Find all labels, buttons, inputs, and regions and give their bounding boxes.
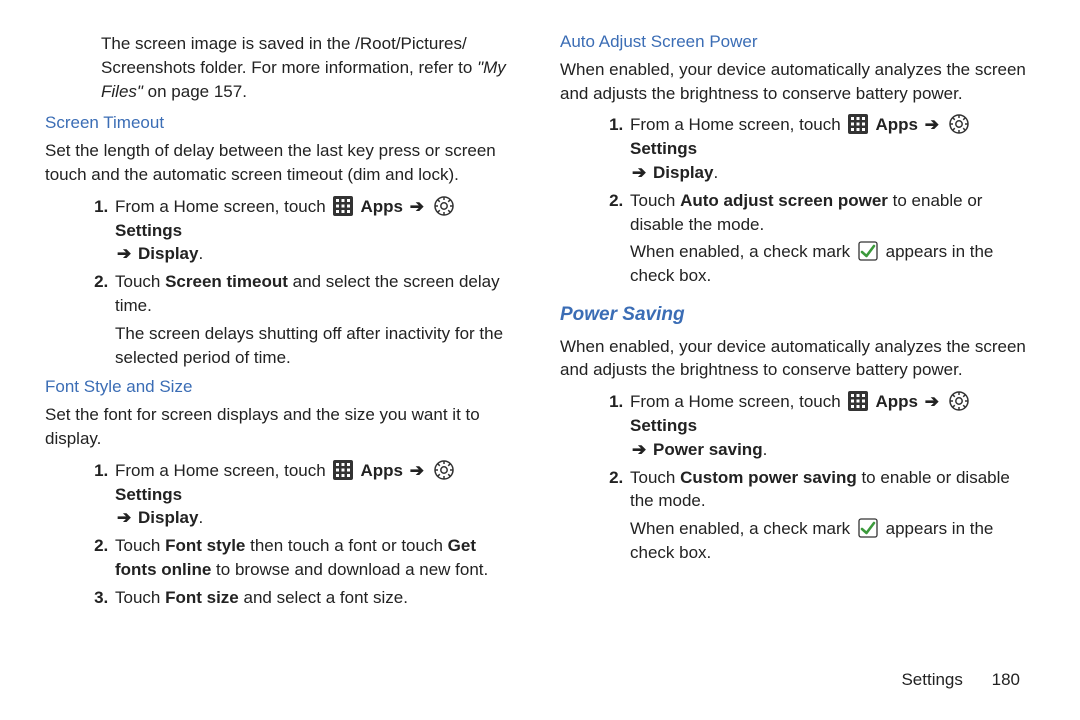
st2-a: Touch [115,272,165,291]
apps-label: Apps [876,392,919,411]
arrow-icon: ➔ [408,197,426,216]
intro-paragraph: The screen image is saved in the /Root/P… [101,32,520,103]
arrow-icon: ➔ [630,440,648,459]
arrow-icon: ➔ [408,461,426,480]
display-label: Display [138,244,198,263]
apps-icon [848,391,868,411]
power-saving-body: When enabled, your device automatically … [560,335,1035,383]
st-step1-pre: From a Home screen, touch [115,197,330,216]
settings-icon [434,460,454,480]
heading-font-style: Font Style and Size [45,375,520,399]
check-pre: When enabled, a check mark [630,519,855,538]
display-label: Display [138,508,198,527]
heading-power-saving: Power Saving [560,302,1035,329]
screen-timeout-body: Set the length of delay between the last… [45,139,520,187]
fs2-b: Font style [165,536,245,555]
aa2-sub: When enabled, a check mark appears in th… [630,240,1035,288]
settings-label: Settings [630,416,697,435]
aa2-b: Auto adjust screen power [680,191,888,210]
st-step-1: From a Home screen, touch Apps ➔ Setting… [113,195,520,266]
heading-auto-adjust: Auto Adjust Screen Power [560,30,1035,54]
aa-step-2: Touch Auto adjust screen power to enable… [628,189,1035,288]
fs1-pre: From a Home screen, touch [115,461,330,480]
ps1-pre: From a Home screen, touch [630,392,845,411]
ps2-sub: When enabled, a check mark appears in th… [630,517,1035,565]
st2-b: Screen timeout [165,272,288,291]
settings-label: Settings [115,485,182,504]
apps-icon [848,114,868,134]
intro-pre: The screen image is saved in the /Root/P… [101,34,477,77]
apps-icon [333,460,353,480]
power-saving-label: Power saving [653,440,763,459]
aa-step-1: From a Home screen, touch Apps ➔ Setting… [628,113,1035,184]
aa2-a: Touch [630,191,680,210]
fs3-c: and select a font size. [239,588,408,607]
fs2-a: Touch [115,536,165,555]
fs-step-3: Touch Font size and select a font size. [113,586,520,610]
fs-step-2: Touch Font style then touch a font or to… [113,534,520,582]
display-label: Display [653,163,713,182]
ps-step-2: Touch Custom power saving to enable or d… [628,466,1035,565]
font-style-body: Set the font for screen displays and the… [45,403,520,451]
footer-page-number: 180 [992,670,1020,689]
settings-icon [949,114,969,134]
fs2-c: then touch a font or touch [245,536,447,555]
fs-step-1: From a Home screen, touch Apps ➔ Setting… [113,459,520,530]
apps-label: Apps [361,461,404,480]
arrow-icon: ➔ [923,115,941,134]
ps-step-1: From a Home screen, touch Apps ➔ Setting… [628,390,1035,461]
settings-label: Settings [630,139,697,158]
aa1-pre: From a Home screen, touch [630,115,845,134]
apps-icon [333,196,353,216]
checkmark-icon [858,518,878,538]
arrow-icon: ➔ [115,508,133,527]
fs2-e: to browse and download a new font. [211,560,488,579]
footer-label: Settings [901,670,962,689]
right-column: Auto Adjust Screen Power When enabled, y… [560,30,1035,616]
fs3-b: Font size [165,588,239,607]
settings-icon [434,196,454,216]
ps2-b: Custom power saving [680,468,857,487]
heading-screen-timeout: Screen Timeout [45,111,520,135]
fs3-a: Touch [115,588,165,607]
ps2-a: Touch [630,468,680,487]
arrow-icon: ➔ [115,244,133,263]
st-step-2: Touch Screen timeout and select the scre… [113,270,520,369]
checkmark-icon [858,241,878,261]
st2-sub: The screen delays shutting off after ina… [115,322,520,370]
left-column: The screen image is saved in the /Root/P… [45,30,520,616]
arrow-icon: ➔ [923,392,941,411]
settings-icon [949,391,969,411]
check-pre: When enabled, a check mark [630,242,855,261]
apps-label: Apps [876,115,919,134]
arrow-icon: ➔ [630,163,648,182]
settings-label: Settings [115,221,182,240]
intro-post: on page 157. [143,82,247,101]
auto-adjust-body: When enabled, your device automatically … [560,58,1035,106]
apps-label: Apps [361,197,404,216]
page-footer: Settings 180 [901,670,1020,690]
